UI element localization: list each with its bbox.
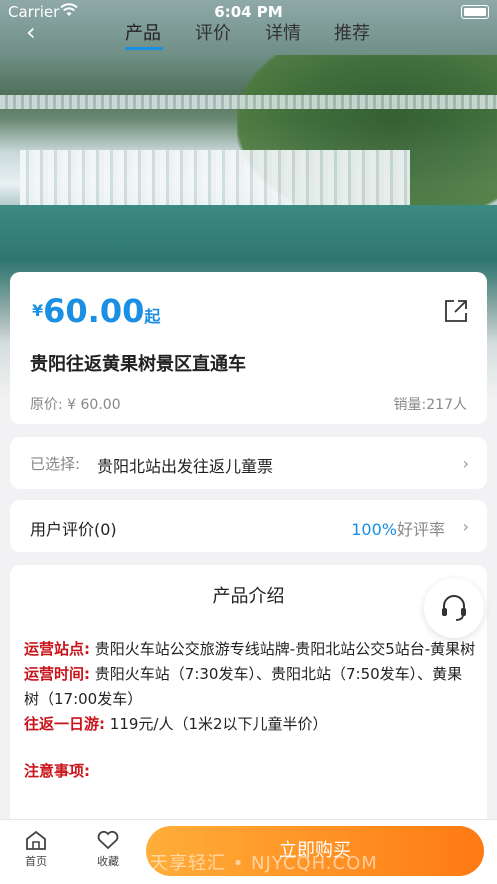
reviews-row[interactable]: 用户评价(0) 100%好评率 › <box>10 500 487 552</box>
price-value: 60.00 <box>43 292 145 330</box>
intro-line: 运营时间: 贵阳火车站（7:30发车）、贵阳北站（7:50发车）、黄果树（17:… <box>24 662 476 712</box>
intro-line-key: 运营时间: <box>24 665 90 683</box>
sales-count: 销量:217人 <box>393 397 467 413</box>
notice-label: 注意事项: <box>24 762 90 780</box>
rating-percent-value: 100% <box>351 520 397 539</box>
reviews-label: 用户评价(0) <box>30 520 117 539</box>
home-button[interactable]: 首页 <box>16 830 56 869</box>
intro-title: 产品介绍 <box>212 586 285 607</box>
intro-line-text: 119元/人（1米2以下儿童半价） <box>109 715 328 733</box>
tab-details[interactable]: 详情 <box>265 19 301 45</box>
chevron-right-icon: › <box>462 454 469 473</box>
heart-icon <box>88 830 128 853</box>
intro-line-text: 贵阳火车站公交旅游专线站牌-贵阳北站公交5站台-黄果树 <box>94 640 476 658</box>
product-intro-card: 产品介绍 运营站点: 贵阳火车站公交旅游专线站牌-贵阳北站公交5站台-黄果树 运… <box>10 565 487 825</box>
home-label: 首页 <box>25 855 47 868</box>
selection-label: 已选择: <box>30 455 81 473</box>
product-title: 贵阳往返黄果树景区直通车 <box>30 354 246 375</box>
tab-product[interactable]: 产品 <box>125 19 161 45</box>
rating-percent: 100%好评率 <box>351 516 445 540</box>
share-icon[interactable] <box>443 298 469 324</box>
intro-line-key: 往返一日游: <box>24 715 105 733</box>
bottom-bar: 首页 收藏 立即购买 <box>0 819 497 884</box>
buy-now-button[interactable]: 立即购买 <box>146 826 484 876</box>
tab-reviews[interactable]: 评价 <box>195 19 231 45</box>
favorite-label: 收藏 <box>97 855 119 868</box>
back-button[interactable]: ‹ <box>26 18 36 46</box>
currency-symbol: ¥ <box>32 301 44 320</box>
hero-waterfall <box>20 150 410 205</box>
home-icon <box>16 830 56 853</box>
price: ¥60.00起 <box>32 292 160 330</box>
intro-line-key: 运营站点: <box>24 640 90 658</box>
intro-body: 运营站点: 贵阳火车站公交旅游专线站牌-贵阳北站公交5站台-黄果树 运营时间: … <box>24 637 476 784</box>
customer-service-button[interactable] <box>424 578 484 638</box>
favorite-button[interactable]: 收藏 <box>88 830 128 869</box>
tab-recommend[interactable]: 推荐 <box>334 19 370 45</box>
intro-line: 往返一日游: 119元/人（1米2以下儿童半价） <box>24 712 476 737</box>
hero-upper-falls <box>0 95 497 109</box>
selection-value: 贵阳北站出发往返儿童票 <box>97 457 274 476</box>
intro-line-text: 贵阳火车站（7:30发车）、贵阳北站（7:50发车）、黄果树（17:00发车） <box>24 665 463 708</box>
top-nav: ‹ 产品 评价 详情 推荐 <box>0 14 497 50</box>
headset-icon <box>440 593 468 627</box>
original-price: 原价: ¥ 60.00 <box>30 397 121 413</box>
chevron-right-icon: › <box>462 517 469 536</box>
rating-percent-suffix: 好评率 <box>396 520 445 539</box>
price-suffix: 起 <box>144 307 161 326</box>
intro-notice: 注意事项: <box>24 759 476 784</box>
selection-row[interactable]: 已选择: 贵阳北站出发往返儿童票 › <box>10 437 487 489</box>
price-card: ¥60.00起 贵阳往返黄果树景区直通车 原价: ¥ 60.00 销量:217人 <box>10 272 487 424</box>
intro-line: 运营站点: 贵阳火车站公交旅游专线站牌-贵阳北站公交5站台-黄果树 <box>24 637 476 662</box>
active-tab-indicator <box>125 47 163 50</box>
